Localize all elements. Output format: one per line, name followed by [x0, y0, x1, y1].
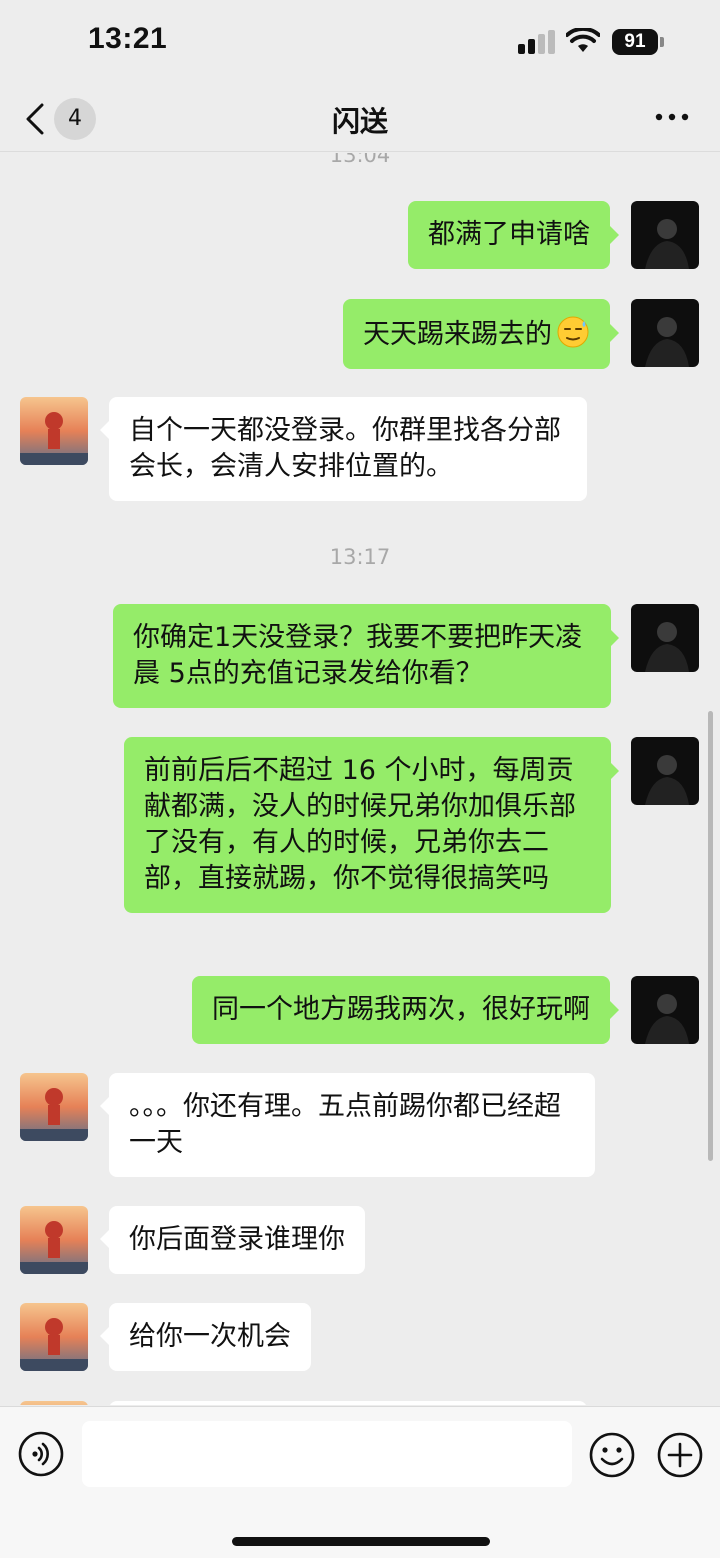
emoji-face-icon[interactable] [588, 1431, 636, 1479]
contact-avatar[interactable] [20, 1303, 88, 1371]
voice-icon[interactable] [18, 1431, 64, 1477]
more-dots-icon[interactable] [652, 102, 692, 132]
timestamp: 13:17 [329, 545, 391, 569]
message-bubble[interactable]: 天天踢来踢去的 [343, 299, 610, 369]
message-bubble[interactable]: 。。。你还有理。五点前踢你都已经超一天 [109, 1073, 595, 1177]
message-bubble[interactable]: 前前后后不超过 16 个小时，每周贡献都满，没人的时候兄弟你加俱乐部了没有，有人… [124, 737, 611, 913]
timestamp: 13:04 [329, 153, 391, 167]
my-avatar[interactable] [631, 737, 699, 805]
nav-bar: 4 闪送 [0, 88, 720, 152]
home-indicator [232, 1537, 490, 1546]
contact-avatar[interactable] [20, 1073, 88, 1141]
my-avatar[interactable] [631, 201, 699, 269]
battery-icon: 91 [612, 29, 664, 55]
chat-title: 闪送 [331, 105, 388, 138]
wifi-icon [566, 28, 600, 52]
cellular-signal-icon [518, 30, 555, 54]
message-bubble[interactable]: 你后面登录谁理你 [109, 1206, 365, 1274]
my-avatar[interactable] [631, 299, 699, 367]
my-avatar[interactable] [631, 976, 699, 1044]
plus-icon[interactable] [656, 1431, 704, 1479]
my-avatar[interactable] [631, 604, 699, 672]
message-input[interactable] [82, 1421, 572, 1487]
sweat-smile-emoji-icon [557, 316, 589, 348]
chat-message-list[interactable]: 13:04 都满了申请啥 天天踢来踢去的 自个一天都没登录。你群里找各分部会长，… [0, 153, 720, 1405]
input-bar [0, 1406, 720, 1558]
message-bubble[interactable]: 给你一次机会 [109, 1303, 311, 1371]
status-time: 13:21 [88, 22, 168, 55]
scroll-indicator[interactable] [708, 711, 713, 1161]
message-bubble[interactable]: 自个一天都没登录。你群里找各分部会长，会清人安排位置的。 [109, 397, 587, 501]
status-bar: 13:21 91 [0, 0, 720, 88]
contact-avatar[interactable] [20, 1206, 88, 1274]
contact-avatar[interactable] [20, 397, 88, 465]
message-text: 天天踢来踢去的 [363, 319, 552, 350]
contact-avatar[interactable] [20, 1401, 88, 1405]
message-bubble[interactable]: 你确定1天没登录？我要不要把昨天凌晨 5点的充值记录发给你看？ [113, 604, 611, 708]
message-bubble[interactable]: 同一个地方踢我两次，很好玩啊 [192, 976, 610, 1044]
battery-level: 91 [612, 29, 658, 55]
message-bubble-partial[interactable] [109, 1401, 587, 1405]
message-bubble[interactable]: 都满了申请啥 [408, 201, 610, 269]
